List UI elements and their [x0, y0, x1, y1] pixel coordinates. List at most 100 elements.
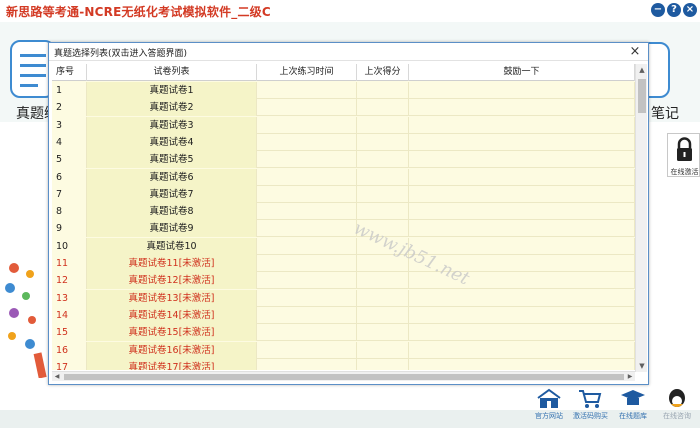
vertical-scrollbar[interactable]: ▲ ▼	[635, 64, 647, 372]
row-last-score	[357, 324, 409, 342]
row-num: 12	[52, 272, 87, 290]
scroll-up-icon[interactable]: ▲	[636, 64, 648, 76]
row-last-score	[357, 272, 409, 290]
row-exam-name: 真题试卷8	[87, 203, 257, 221]
row-last-time	[257, 341, 357, 359]
row-exam-name: 真题试卷2	[87, 99, 257, 117]
row-last-time	[257, 99, 357, 117]
row-exam-name: 真题试卷10	[87, 237, 257, 255]
table-row[interactable]: 8 真题试卷8	[52, 203, 635, 221]
table-row[interactable]: 7 真题试卷7	[52, 185, 635, 203]
row-encourage	[409, 220, 635, 238]
buy-code-link[interactable]: 激活码购买	[573, 388, 608, 421]
row-exam-name: 真题试卷5	[87, 151, 257, 169]
table-row[interactable]: 17 真题试卷17[未激活]	[52, 358, 635, 370]
row-last-score	[357, 358, 409, 370]
row-encourage	[409, 289, 635, 307]
exam-select-dialog: 真题选择列表(双击进入答题界面) × 序号 试卷列表 上次练习时间 上次得分 鼓…	[48, 42, 649, 385]
col-name-header[interactable]: 试卷列表	[87, 64, 257, 81]
row-exam-name: 真题试卷1	[87, 82, 257, 99]
row-last-score	[357, 203, 409, 221]
online-bank-link[interactable]: 在线题库	[616, 388, 650, 421]
row-exam-name: 真题试卷11[未激活]	[87, 255, 257, 272]
table-row[interactable]: 13 真题试卷13[未激活]	[52, 289, 635, 307]
row-last-time	[257, 116, 357, 134]
table-row[interactable]: 12 真题试卷12[未激活]	[52, 272, 635, 290]
row-last-time	[257, 306, 357, 324]
row-last-time	[257, 272, 357, 290]
row-exam-name: 真题试卷12[未激活]	[87, 272, 257, 290]
row-encourage	[409, 324, 635, 342]
row-exam-name: 真题试卷3	[87, 116, 257, 134]
table-row[interactable]: 2 真题试卷2	[52, 99, 635, 117]
dialog-title: 真题选择列表(双击进入答题界面)	[54, 49, 188, 59]
table-row[interactable]: 14 真题试卷14[未激活]	[52, 306, 635, 324]
row-last-time	[257, 255, 357, 272]
online-consult-link[interactable]: 在线咨询	[660, 388, 694, 421]
row-last-score	[357, 99, 409, 117]
row-last-score	[357, 306, 409, 324]
vertical-scroll-thumb[interactable]	[638, 79, 646, 113]
graduate-icon	[621, 390, 645, 405]
table-row[interactable]: 1 真题试卷1	[52, 82, 635, 99]
table-row[interactable]: 15 真题试卷15[未激活]	[52, 324, 635, 342]
row-exam-name: 真题试卷6	[87, 168, 257, 186]
row-last-time	[257, 82, 357, 99]
online-activate-button[interactable]: 在线激活	[667, 133, 700, 177]
col-last-score-header[interactable]: 上次得分	[357, 64, 409, 81]
row-num: 9	[52, 220, 87, 238]
col-num-header[interactable]: 序号	[52, 64, 87, 81]
col-encourage-header[interactable]: 鼓励一下	[409, 64, 635, 81]
row-encourage	[409, 133, 635, 151]
row-num: 7	[52, 185, 87, 203]
cart-icon	[579, 390, 602, 408]
horizontal-scrollbar[interactable]: ◀ ▶	[52, 371, 635, 381]
row-num: 3	[52, 116, 87, 134]
row-encourage	[409, 168, 635, 186]
row-encourage	[409, 203, 635, 221]
scroll-down-icon[interactable]: ▼	[636, 360, 648, 372]
horizontal-scroll-thumb[interactable]	[64, 374, 624, 380]
row-num: 17	[52, 358, 87, 370]
notes-label[interactable]: 笔记	[651, 103, 679, 123]
official-site-link[interactable]: 官方网站	[532, 388, 566, 421]
row-exam-name: 真题试卷7	[87, 185, 257, 203]
chat-icon	[669, 389, 685, 407]
row-num: 11	[52, 255, 87, 272]
table-row[interactable]: 3 真题试卷3	[52, 116, 635, 134]
row-num: 6	[52, 168, 87, 186]
table-row[interactable]: 10 真题试卷10	[52, 237, 635, 255]
scroll-left-icon[interactable]: ◀	[52, 372, 62, 382]
minimize-icon[interactable]: −	[651, 3, 665, 17]
row-encourage	[409, 341, 635, 359]
table-row[interactable]: 4 真题试卷4	[52, 133, 635, 151]
row-last-score	[357, 185, 409, 203]
close-icon[interactable]: ×	[683, 3, 697, 17]
row-encourage	[409, 82, 635, 99]
education-illustration	[5, 263, 47, 378]
help-icon[interactable]: ?	[667, 3, 681, 17]
row-last-time	[257, 220, 357, 238]
row-last-score	[357, 82, 409, 99]
scroll-right-icon[interactable]: ▶	[625, 372, 635, 382]
row-num: 8	[52, 203, 87, 221]
table-row[interactable]: 11 真题试卷11[未激活]	[52, 255, 635, 272]
col-last-time-header[interactable]: 上次练习时间	[257, 64, 357, 81]
exam-list-table: 序号 试卷列表 上次练习时间 上次得分 鼓励一下 1 真题试卷1 2 真题试卷2 3 真题…	[52, 64, 635, 370]
row-last-score	[357, 168, 409, 186]
row-exam-name: 真题试卷15[未激活]	[87, 324, 257, 342]
row-num: 4	[52, 133, 87, 151]
row-encourage	[409, 237, 635, 255]
row-last-time	[257, 358, 357, 370]
lock-icon	[677, 137, 692, 161]
table-row[interactable]: 6 真题试卷6	[52, 168, 635, 186]
dialog-title-bar: 真题选择列表(双击进入答题界面) ×	[49, 43, 648, 61]
row-last-time	[257, 185, 357, 203]
table-row[interactable]: 5 真题试卷5	[52, 151, 635, 169]
table-row[interactable]: 16 真题试卷16[未激活]	[52, 341, 635, 359]
row-exam-name: 真题试卷9	[87, 220, 257, 238]
row-last-time	[257, 324, 357, 342]
row-encourage	[409, 99, 635, 117]
dialog-close-button[interactable]: ×	[628, 44, 642, 59]
table-row[interactable]: 9 真题试卷9	[52, 220, 635, 238]
